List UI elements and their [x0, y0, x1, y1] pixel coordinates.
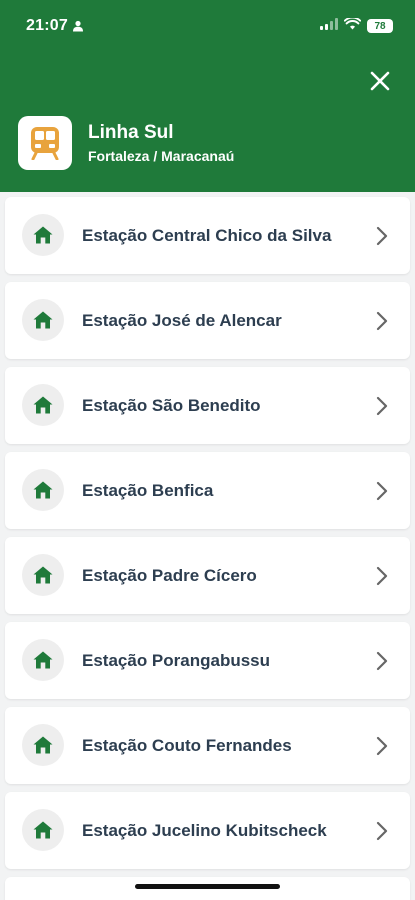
station-icon-wrapper: [22, 469, 64, 511]
home-icon: [33, 736, 53, 754]
person-icon: [72, 20, 84, 32]
home-icon: [33, 226, 53, 244]
station-name: Estação Jucelino Kubitscheck: [82, 820, 327, 840]
station-item[interactable]: Estação Couto Fernandes: [5, 707, 410, 784]
station-item[interactable]: Estação Jucelino Kubitscheck: [5, 792, 410, 869]
line-title: Linha Sul: [88, 122, 174, 143]
chevron-right-icon: [376, 481, 388, 500]
close-button[interactable]: [365, 66, 395, 96]
home-icon: [33, 566, 53, 584]
station-item[interactable]: Estação Padre Cícero: [5, 537, 410, 614]
station-icon-wrapper: [22, 299, 64, 341]
status-right: 78: [320, 16, 393, 35]
chevron-right-icon: [376, 226, 388, 245]
station-item[interactable]: Estação José de Alencar: [5, 282, 410, 359]
station-icon-wrapper: [22, 384, 64, 426]
station-icon-wrapper: [22, 554, 64, 596]
line-info: Linha Sul Fortaleza / Maracanaú: [18, 116, 234, 170]
home-icon: [33, 821, 53, 839]
line-logo: [18, 116, 72, 170]
home-icon: [33, 396, 53, 414]
chevron-right-icon: [376, 311, 388, 330]
station-item[interactable]: Estação São Benedito: [5, 367, 410, 444]
station-icon-wrapper: [22, 639, 64, 681]
station-name: Estação Padre Cícero: [82, 565, 257, 585]
station-icon-wrapper: [22, 809, 64, 851]
station-item[interactable]: Estação Porangabussu: [5, 622, 410, 699]
home-icon: [33, 651, 53, 669]
status-bar: 21:07 78: [0, 0, 415, 52]
chevron-right-icon: [376, 566, 388, 585]
station-name: Estação Couto Fernandes: [82, 735, 292, 755]
station-name: Estação São Benedito: [82, 395, 261, 415]
home-icon: [33, 311, 53, 329]
station-name: Estação Porangabussu: [82, 650, 271, 670]
chevron-right-icon: [376, 736, 388, 755]
station-name: Estação Benfica: [82, 480, 214, 500]
station-icon-wrapper: [22, 724, 64, 766]
status-time: 21:07: [26, 17, 68, 34]
chevron-right-icon: [376, 396, 388, 415]
station-item[interactable]: Estação Central Chico da Silva: [5, 197, 410, 274]
line-subtitle: Fortaleza / Maracanaú: [88, 148, 235, 164]
home-indicator[interactable]: [135, 884, 280, 889]
close-icon: [370, 71, 390, 91]
wifi-icon: [343, 16, 362, 35]
battery-level: 78: [374, 20, 386, 32]
signal-icon: [320, 17, 338, 35]
home-icon: [33, 481, 53, 499]
chevron-right-icon: [376, 651, 388, 670]
battery-icon: 78: [367, 19, 393, 33]
station-name: Estação Central Chico da Silva: [82, 225, 332, 245]
station-name: Estação José de Alencar: [82, 310, 282, 330]
status-left: 21:07: [26, 17, 84, 35]
chevron-right-icon: [376, 821, 388, 840]
station-icon-wrapper: [22, 214, 64, 256]
line-text: Linha Sul Fortaleza / Maracanaú: [88, 122, 234, 164]
station-item[interactable]: Estação Benfica: [5, 452, 410, 529]
line-header: 21:07 78 Linha Sul Fortaleza / Maracanaú: [0, 0, 415, 192]
tram-icon: [31, 127, 59, 160]
